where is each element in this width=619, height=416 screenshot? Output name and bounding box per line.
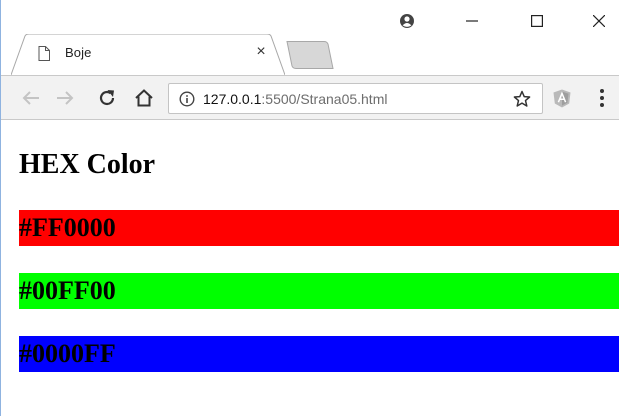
title-bar: Boje ×	[1, 0, 619, 76]
page-content: HEX Color #FF0000 #00FF00 #0000FF	[1, 121, 619, 416]
kebab-menu-icon[interactable]	[599, 88, 605, 113]
home-icon[interactable]	[131, 85, 157, 111]
browser-toolbar: 127.0.0.1:5500/Strana05.html	[1, 75, 619, 120]
tab-shape	[11, 34, 285, 76]
url-text: 127.0.0.1:5500/Strana05.html	[203, 90, 387, 108]
address-bar[interactable]: 127.0.0.1:5500/Strana05.html	[168, 83, 543, 114]
color-bar-green: #00FF00	[19, 273, 619, 309]
maximize-icon[interactable]	[517, 8, 557, 34]
minimize-icon[interactable]	[452, 8, 492, 34]
color-bar-red: #FF0000	[19, 210, 619, 246]
forward-arrow-icon[interactable]	[52, 85, 78, 111]
angular-extension-icon[interactable]	[553, 89, 571, 113]
url-path: :5500/Strana05.html	[261, 91, 388, 107]
tab-close-icon[interactable]: ×	[253, 43, 269, 61]
new-tab-button[interactable]	[286, 41, 334, 74]
tab-title: Boje	[65, 45, 92, 60]
site-info-icon[interactable]	[179, 91, 195, 112]
back-arrow-icon[interactable]	[18, 85, 44, 111]
bookmark-star-icon[interactable]	[513, 90, 531, 113]
reload-icon[interactable]	[94, 85, 120, 111]
color-bar-blue: #0000FF	[19, 336, 619, 372]
page-icon	[38, 46, 50, 61]
page-title: HEX Color	[19, 149, 156, 180]
tab-boje[interactable]: Boje ×	[11, 34, 285, 76]
browser-window: Boje × 127.0.0.1:5500/Strana05.html HEX …	[0, 0, 619, 416]
close-icon[interactable]	[579, 8, 619, 34]
url-host: 127.0.0.1	[203, 91, 262, 107]
profile-icon[interactable]	[387, 8, 427, 34]
